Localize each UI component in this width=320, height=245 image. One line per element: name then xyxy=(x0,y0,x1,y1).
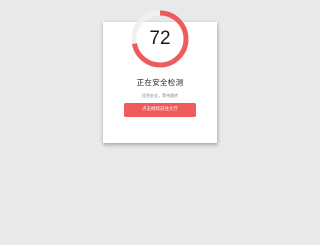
scan-title: 正在安全检测 xyxy=(136,78,184,87)
continue-to-lobby-button[interactable]: 点击继续前往大厅 xyxy=(124,103,196,117)
scan-status-text: 信息安全，等待跳转 xyxy=(142,93,178,98)
score-value: 72 xyxy=(149,28,171,49)
progress-ring: 72 xyxy=(131,10,189,68)
